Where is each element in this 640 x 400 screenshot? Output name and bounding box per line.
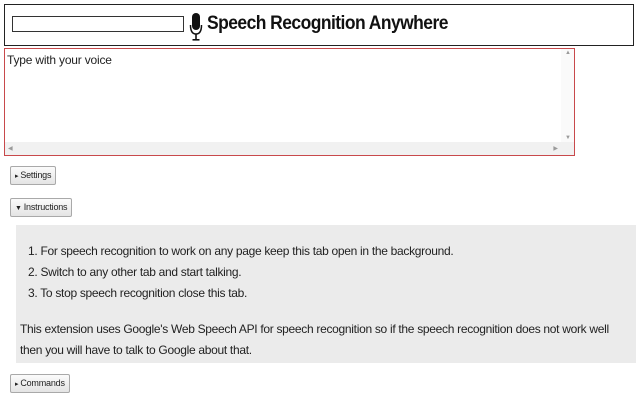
header-text-input[interactable] [12,16,184,32]
expand-arrow-icon: ▸ [15,173,19,180]
instruction-step: 1. For speech recognition to work on any… [28,244,454,258]
instructions-panel: 1. For speech recognition to work on any… [16,225,636,363]
scroll-left-arrow-icon[interactable]: ◀ [8,145,13,152]
instruction-step: 2. Switch to any other tab and start tal… [28,265,242,279]
microphone-icon[interactable] [189,12,203,42]
collapse-arrow-icon: ▼ [15,205,22,212]
scroll-down-arrow-icon[interactable]: ▼ [565,135,571,141]
commands-button[interactable]: ▸ Commands [10,374,70,393]
scrollbar-corner [561,142,574,155]
voice-text-area[interactable]: Type with your voice ▲ ▼ ◀ ▶ [4,48,575,156]
app-title: Speech Recognition Anywhere [207,13,448,34]
scroll-right-arrow-icon[interactable]: ▶ [553,145,558,152]
vertical-scrollbar[interactable]: ▲ ▼ [561,49,574,142]
voice-text-content[interactable]: Type with your voice [5,49,561,142]
settings-button[interactable]: ▸ Settings [10,166,57,185]
header-bar: Speech Recognition Anywhere [4,4,634,46]
instructions-note: This extension uses Google's Web Speech … [20,322,609,357]
scroll-up-arrow-icon[interactable]: ▲ [565,50,571,56]
expand-arrow-icon: ▸ [15,381,19,388]
instructions-button-label: Instructions [23,202,68,212]
settings-button-label: Settings [20,170,52,180]
horizontal-scrollbar[interactable]: ◀ ▶ [5,142,561,155]
commands-button-label: Commands [20,378,65,388]
instructions-list: 1. For speech recognition to work on any… [28,243,454,306]
instruction-step: 3. To stop speech recognition close this… [28,286,248,300]
instructions-button[interactable]: ▼ Instructions [10,198,73,217]
